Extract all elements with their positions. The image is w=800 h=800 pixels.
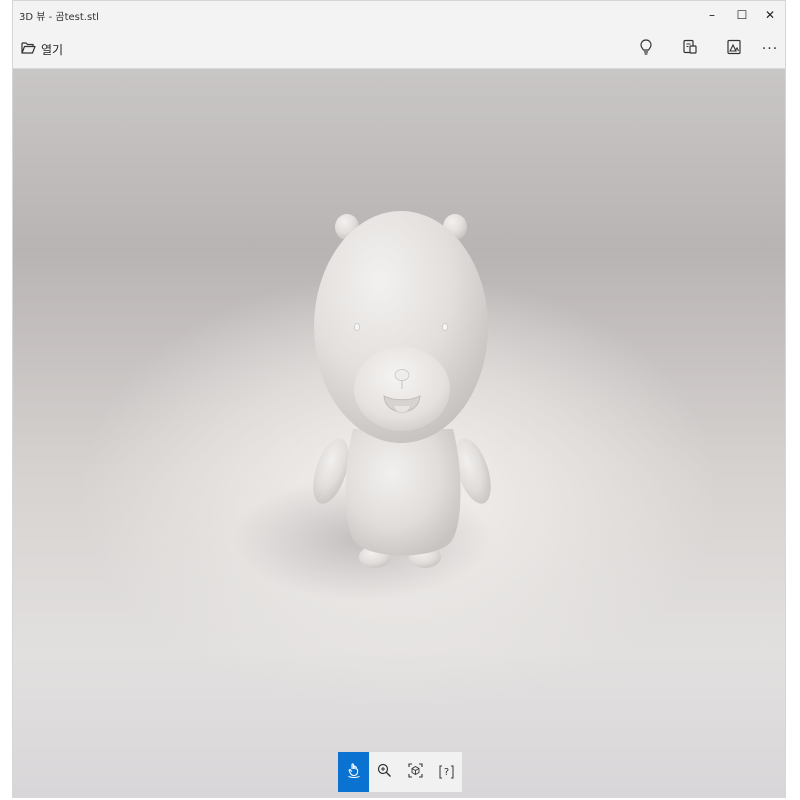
- bear-body: [345, 429, 461, 556]
- zoom-icon: [377, 763, 392, 782]
- rotate-icon: [347, 762, 361, 782]
- environment-button[interactable]: [721, 37, 747, 61]
- close-button[interactable]: ✕: [755, 1, 785, 29]
- open-button[interactable]: 열기: [17, 37, 67, 61]
- rotate-button[interactable]: [338, 752, 369, 792]
- bear-left-eye: [353, 322, 360, 331]
- help-glyph: ?: [443, 766, 450, 778]
- navigation-bar: ?: [338, 752, 462, 792]
- minimize-button[interactable]: –: [697, 1, 727, 29]
- bear-model[interactable]: [13, 69, 785, 797]
- bear-nose: [394, 369, 410, 381]
- lightbulb-icon: [640, 39, 652, 59]
- mixed-reality-button[interactable]: [677, 37, 703, 61]
- toolbar: 열기 ···: [13, 29, 785, 69]
- help-icon: ?: [439, 765, 454, 779]
- fit-view-icon: [408, 762, 423, 782]
- maximize-button[interactable]: ☐: [727, 1, 757, 29]
- open-label: 열기: [41, 42, 64, 57]
- help-button[interactable]: ?: [431, 752, 462, 792]
- title-bar: 3D 뷰 - 곰test.stl – ☐ ✕: [13, 1, 785, 29]
- environment-icon: [726, 39, 742, 59]
- bear-right-eye: [441, 322, 448, 331]
- fit-view-button[interactable]: [400, 752, 431, 792]
- model-viewport[interactable]: ?: [13, 69, 785, 797]
- window-title: 3D 뷰 - 곰test.stl: [19, 12, 99, 23]
- more-button[interactable]: ···: [757, 37, 783, 61]
- more-icon: ···: [761, 41, 779, 57]
- app-window: 3D 뷰 - 곰test.stl – ☐ ✕ 열기 ··· ?: [12, 0, 786, 798]
- zoom-button[interactable]: [369, 752, 400, 792]
- lighting-button[interactable]: [633, 37, 659, 61]
- folder-open-icon: [21, 41, 36, 57]
- mixed-reality-icon: [682, 39, 698, 59]
